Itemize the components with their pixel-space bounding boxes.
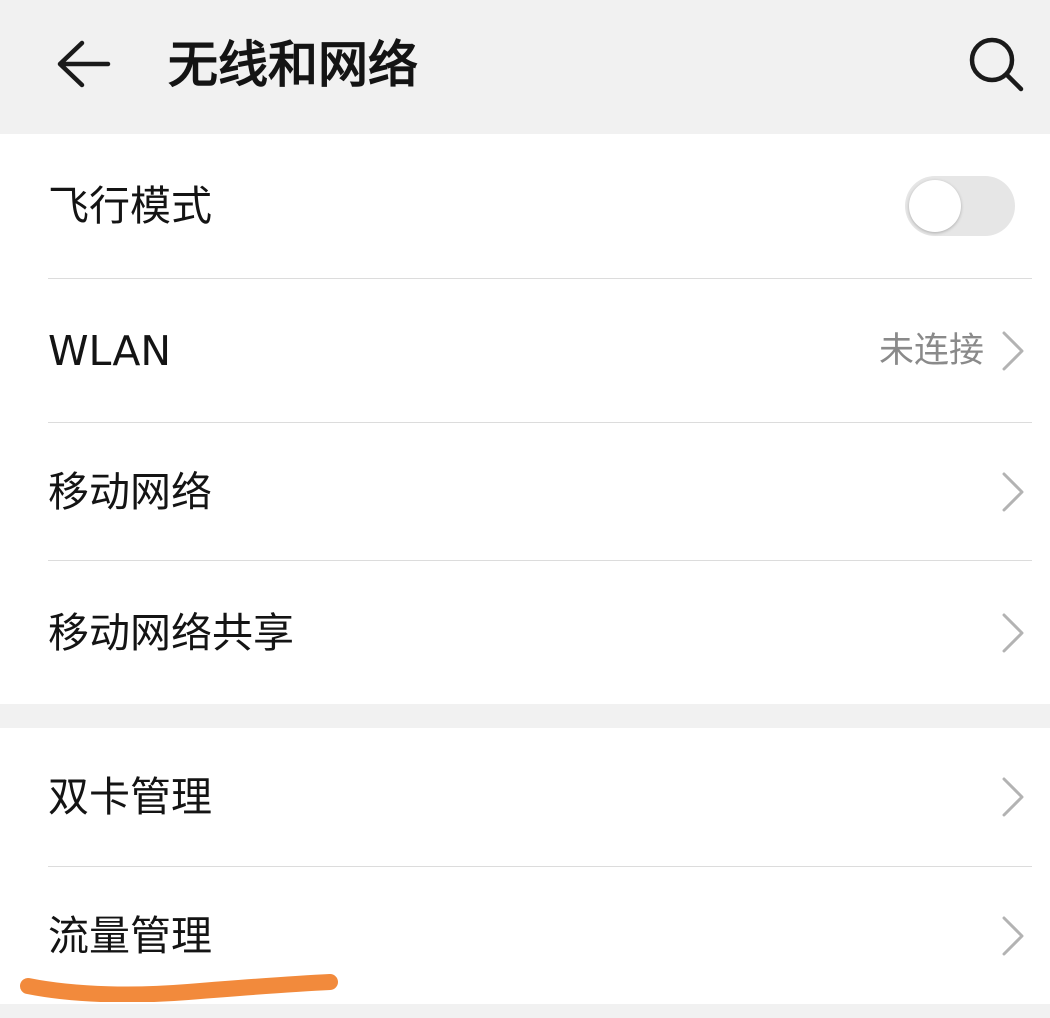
chevron-right-icon — [1002, 916, 1024, 955]
toggle-knob — [909, 180, 961, 232]
wlan-status: 未连接 — [878, 330, 984, 371]
chevron-right-icon — [1002, 613, 1024, 652]
dual-sim-row[interactable]: 双卡管理 — [0, 728, 1050, 866]
wlan-row[interactable]: WLAN 未连接 — [0, 279, 1050, 422]
chevron-right-icon — [1002, 777, 1024, 817]
dual-sim-label: 双卡管理 — [48, 773, 212, 821]
tethering-row[interactable]: 移动网络共享 — [0, 561, 1050, 704]
app-bar: 无线和网络 — [0, 0, 1050, 134]
data-usage-label: 流量管理 — [48, 911, 212, 960]
mobile-network-label: 移动网络 — [48, 467, 212, 516]
search-button[interactable] — [952, 22, 1040, 106]
airplane-mode-toggle[interactable] — [905, 176, 1015, 236]
highlight-underline — [20, 974, 338, 1002]
search-icon — [969, 37, 1024, 92]
chevron-right-icon — [1002, 331, 1024, 370]
tethering-label: 移动网络共享 — [48, 608, 294, 657]
airplane-mode-row[interactable]: 飞行模式 — [0, 134, 1050, 278]
sim-settings-card: 双卡管理 流量管理 — [0, 728, 1050, 1004]
network-settings-card: 飞行模式 WLAN 未连接 移动网络 移动网络共享 — [0, 134, 1050, 704]
chevron-right-icon — [1002, 472, 1024, 511]
back-button[interactable] — [40, 22, 124, 106]
wlan-label: WLAN — [48, 326, 172, 375]
page-title: 无线和网络 — [168, 36, 418, 94]
airplane-mode-label: 飞行模式 — [48, 182, 212, 230]
arrow-left-icon — [57, 40, 111, 88]
mobile-network-row[interactable]: 移动网络 — [0, 423, 1050, 560]
